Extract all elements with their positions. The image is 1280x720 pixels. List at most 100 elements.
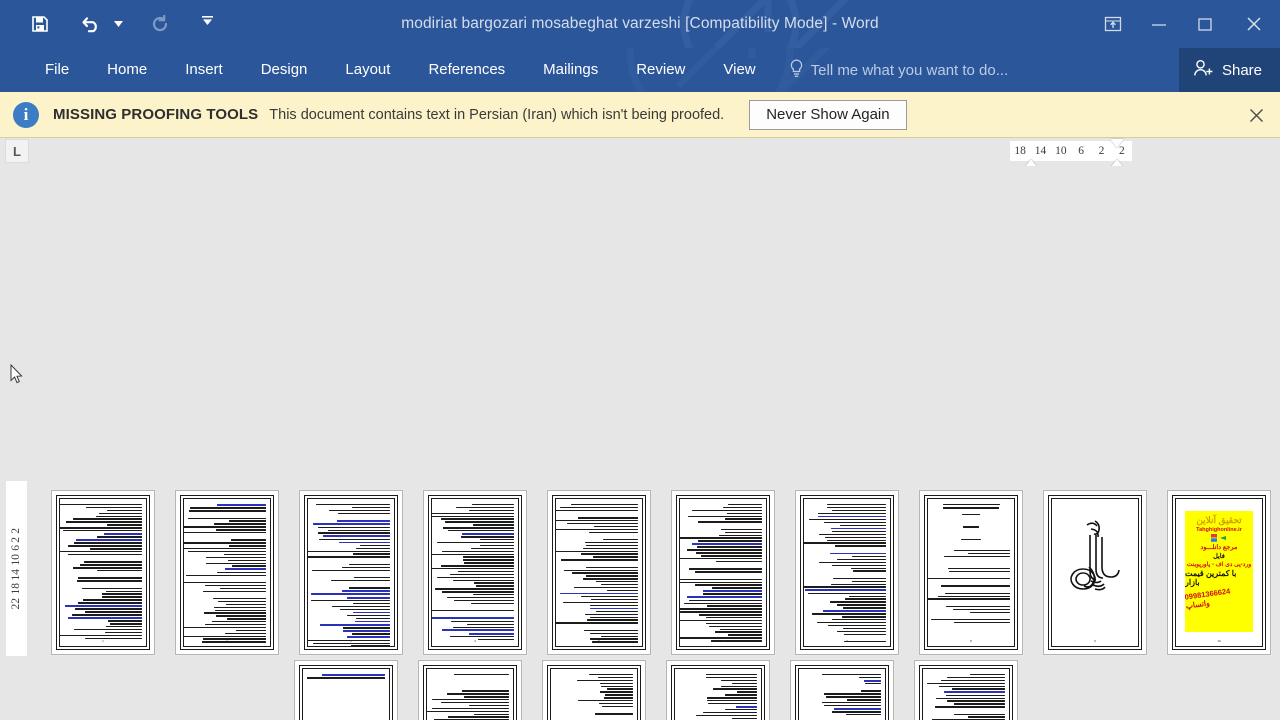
page-border-inner: 3	[307, 498, 395, 647]
page-number: 7	[846, 639, 848, 643]
page-thumbnail[interactable]: 4	[423, 490, 527, 655]
advert-icons	[1211, 534, 1227, 542]
h-tick-2a: 2	[1098, 145, 1105, 157]
advert-line-1: مرجع دانلـــود	[1200, 544, 1238, 551]
page-thumbnail[interactable]: 3	[299, 490, 403, 655]
tab-insert[interactable]: Insert	[166, 48, 242, 92]
page-text-lines	[803, 674, 881, 720]
v-tick-22: 22	[10, 597, 22, 610]
h-tick-10: 10	[1055, 145, 1067, 157]
page-border-inner: 11	[302, 668, 390, 720]
page-number: 5	[598, 639, 600, 643]
share-person-icon	[1193, 59, 1214, 82]
title-page-heading	[932, 504, 1010, 509]
message-bar-heading: MISSING PROOFING TOOLS	[53, 106, 259, 123]
page-thumbnail[interactable]: 16	[914, 660, 1018, 720]
minimize-button[interactable]	[1136, 0, 1182, 48]
page-thumbnail[interactable]: 14	[666, 660, 770, 720]
v-tick-10: 10	[10, 554, 22, 566]
message-bar-text: This document contains text in Persian (…	[269, 106, 725, 123]
page-number: 9	[1094, 639, 1096, 643]
undo-dropdown-chevron-down-icon[interactable]	[110, 9, 126, 39]
maximize-restore-button[interactable]	[1182, 0, 1228, 48]
page-thumbnail[interactable]: 7	[795, 490, 899, 655]
message-bar-close-icon[interactable]	[1242, 92, 1270, 138]
v-tick-14: 14	[10, 568, 22, 581]
ruler-row: L 18 14 10 6 2 2	[0, 138, 1280, 178]
page-border-inner: 13	[550, 668, 638, 720]
tell-me-placeholder: Tell me what you want to do...	[810, 61, 1009, 79]
page-row-1: 1 2 3 4 5 6 7 8 9 تحقیق آنلاین Tahghighonline.ir مر…	[51, 490, 1271, 655]
page-text-lines	[928, 549, 1010, 624]
page-border-inner: 12	[426, 668, 514, 720]
page-thumbnail[interactable]: 15	[790, 660, 894, 720]
tell-me-search[interactable]: Tell me what you want to do...	[789, 59, 1009, 82]
page-border-outer: 6	[676, 495, 770, 650]
share-label: Share	[1221, 61, 1262, 79]
page-border-inner: 15	[798, 668, 886, 720]
page-border-inner: 9	[1051, 498, 1139, 647]
page-thumbnail[interactable]: 12	[418, 660, 522, 720]
page-border-outer: 15	[795, 665, 889, 720]
page-text-lines	[680, 504, 762, 642]
calligraphy-graphic	[1052, 517, 1138, 603]
page-thumbnail[interactable]: 13	[542, 660, 646, 720]
title-page-subfields	[932, 513, 1010, 540]
page-number: 10	[1217, 639, 1221, 643]
info-icon: i	[13, 101, 39, 128]
page-text-lines	[307, 674, 385, 679]
page-border-inner: 7	[803, 498, 891, 647]
h-tick-18: 18	[1014, 145, 1026, 157]
advert-line-2: فایل	[1213, 553, 1225, 560]
page-thumbnail[interactable]: 2	[175, 490, 279, 655]
save-icon[interactable]	[22, 9, 58, 39]
page-border-outer: 11	[299, 665, 393, 720]
page-border-outer: 9	[1048, 495, 1142, 650]
page-thumbnail[interactable]: 11	[294, 660, 398, 720]
page-number: 2	[226, 639, 228, 643]
share-button[interactable]: Share	[1178, 48, 1280, 92]
tab-stop-selector[interactable]: L	[5, 139, 29, 163]
page-number: 4	[474, 639, 476, 643]
page-thumbnail[interactable]: 8	[919, 490, 1023, 655]
advert-banner: تحقیق آنلاین Tahghighonline.ir مرجع دانلــ…	[1185, 511, 1253, 632]
page-border-inner: 14	[674, 668, 762, 720]
tab-design[interactable]: Design	[242, 48, 327, 92]
tab-file[interactable]: File	[26, 48, 88, 92]
page-thumbnail[interactable]: تحقیق آنلاین Tahghighonline.ir مرجع دانلــ…	[1167, 490, 1271, 655]
redo-icon	[142, 9, 178, 39]
advert-line-3: ورد-پی دی اف - پاورپوینت	[1186, 562, 1252, 568]
page-number: 3	[350, 639, 352, 643]
page-text-lines	[556, 504, 638, 643]
tab-view[interactable]: View	[704, 48, 774, 92]
tab-mailings[interactable]: Mailings	[524, 48, 617, 92]
page-border-outer: 14	[671, 665, 765, 720]
tab-layout[interactable]: Layout	[326, 48, 409, 92]
close-button[interactable]	[1228, 0, 1280, 48]
vertical-ruler[interactable]: 2 2 6 10 14 18 22	[6, 481, 27, 656]
page-border-inner: 2	[183, 498, 271, 647]
document-canvas[interactable]: 2 2 6 10 14 18 22 1 2 3 4 5 6 7 8 9 تحقیق آنلاین T…	[0, 166, 1280, 720]
page-thumbnail[interactable]: 9	[1043, 490, 1147, 655]
page-border-outer: 3	[304, 495, 398, 650]
customize-quick-access-toolbar-icon[interactable]	[194, 9, 220, 39]
page-border-outer: 4	[428, 495, 522, 650]
page-thumbnail[interactable]: 5	[547, 490, 651, 655]
page-row-2: 11 12 13 14 15 16	[294, 660, 1018, 720]
page-border-outer: 8	[924, 495, 1018, 650]
ribbon-display-options-icon[interactable]	[1090, 0, 1136, 48]
page-text-lines	[927, 674, 1005, 720]
v-tick-6: 6	[10, 545, 22, 552]
never-show-again-button[interactable]: Never Show Again	[749, 99, 907, 130]
page-thumbnail[interactable]: 6	[671, 490, 775, 655]
tab-review[interactable]: Review	[617, 48, 704, 92]
tab-home[interactable]: Home	[88, 48, 166, 92]
advert-brand: تحقیق آنلاین	[1196, 515, 1242, 525]
page-text-lines	[184, 504, 266, 643]
page-border-inner: 4	[431, 498, 519, 647]
tab-references[interactable]: References	[409, 48, 524, 92]
hanging-indent-marker[interactable]	[1110, 139, 1124, 148]
page-border-inner: 1	[59, 498, 147, 647]
page-thumbnail[interactable]: 1	[51, 490, 155, 655]
undo-icon[interactable]	[74, 9, 110, 39]
